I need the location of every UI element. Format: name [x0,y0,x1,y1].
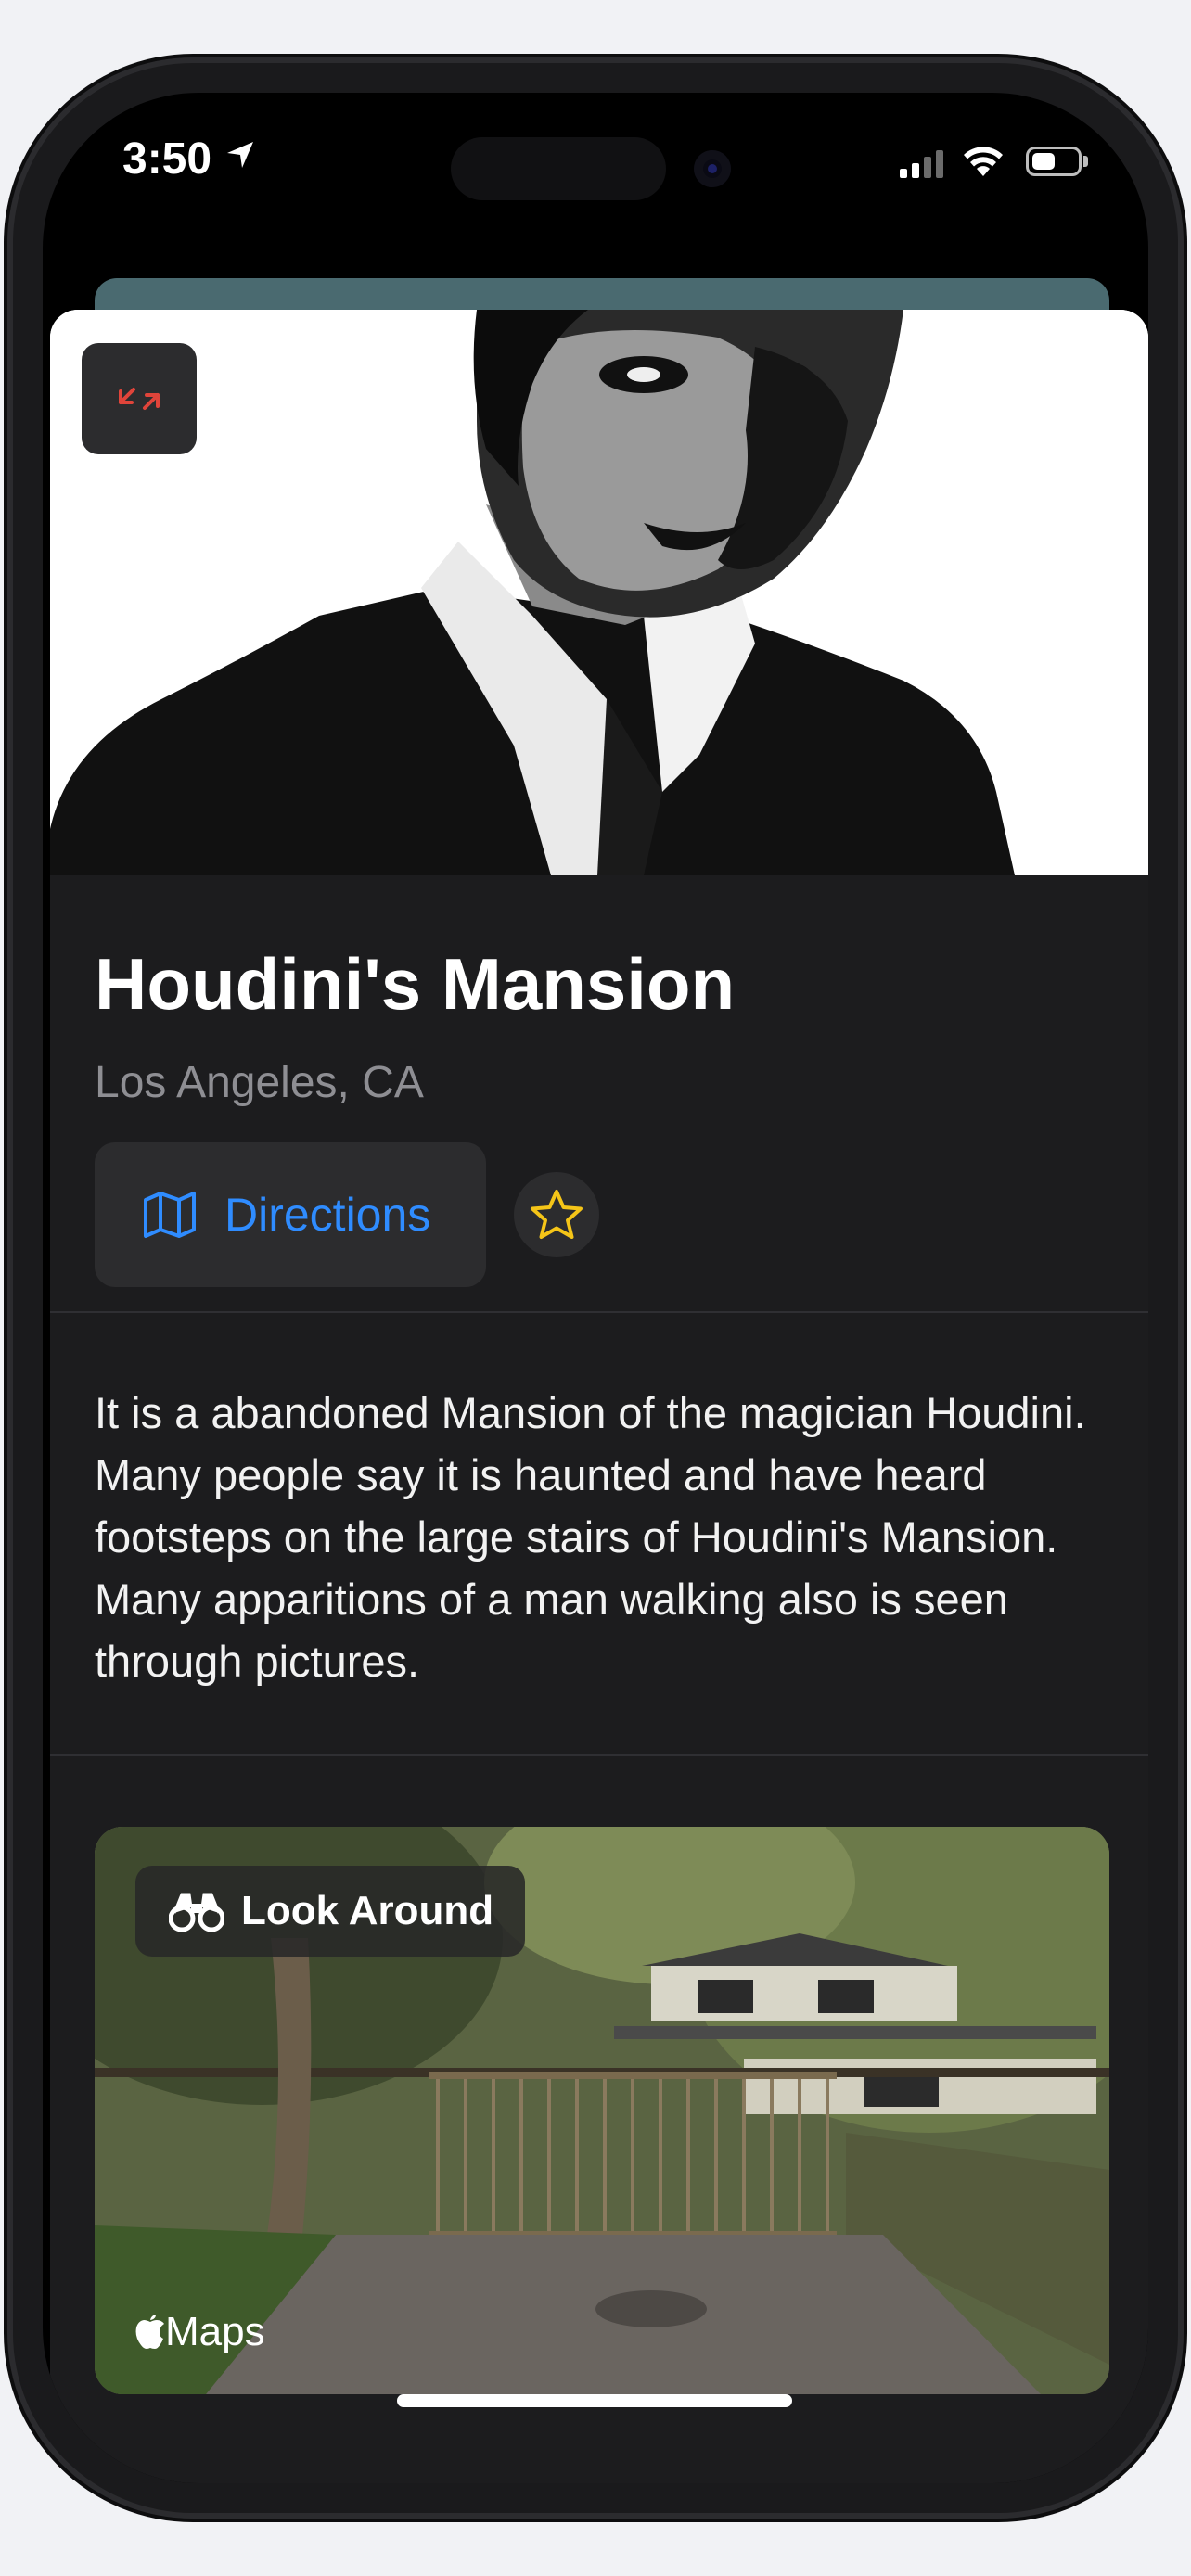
look-around-button[interactable]: Look Around [135,1866,525,1957]
place-title: Houdini's Mansion [95,943,736,1025]
home-indicator[interactable] [397,2394,792,2407]
location-arrow-icon [227,142,253,168]
maps-label: Maps [165,2309,265,2354]
divider [50,1311,1148,1313]
battery-icon [1026,147,1082,176]
houdini-portrait [50,310,1148,875]
status-time: 3:50 [122,134,212,184]
phone-frame: 3:50 Houdini's Mansion Los Angeles, CA D… [7,57,1184,2519]
directions-label: Directions [224,1189,431,1241]
directions-button[interactable]: Directions [95,1142,486,1287]
front-camera [694,150,731,187]
look-around-card[interactable]: Look Around Maps [95,1827,1109,2394]
place-location: Los Angeles, CA [95,1058,424,1107]
apple-maps-logo: Maps [135,2309,265,2355]
divider [50,1754,1148,1756]
binoculars-icon [169,1893,224,1932]
battery-level [1032,153,1055,170]
screen: 3:50 Houdini's Mansion Los Angeles, CA D… [43,93,1148,2483]
wifi-icon [964,147,1003,176]
hero-image [50,310,1148,875]
battery-nub [1083,156,1088,167]
place-detail-sheet: Houdini's Mansion Los Angeles, CA Direct… [50,310,1148,2483]
collapse-button[interactable] [82,343,197,454]
star-icon [531,1190,583,1239]
apple-icon [135,2315,164,2349]
collapse-arrows-icon [119,388,160,410]
signal-icon [900,150,943,178]
favorite-button[interactable] [514,1172,599,1257]
dynamic-island [451,137,666,200]
look-around-label: Look Around [241,1888,494,1933]
map-icon [144,1192,196,1238]
place-description: It is a abandoned Mansion of the magicia… [95,1388,1086,1686]
